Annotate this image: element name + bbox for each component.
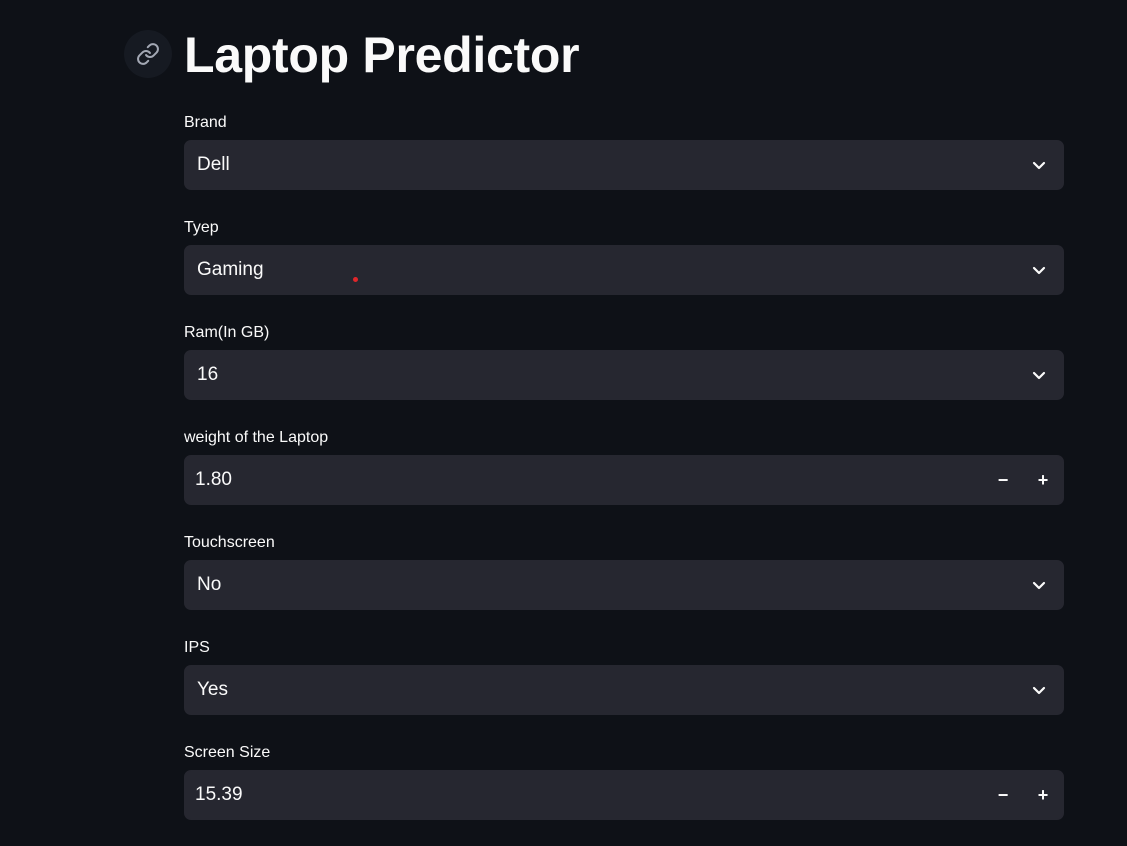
chevron-down-icon (1032, 371, 1046, 380)
ips-field: IPS Yes (184, 637, 1064, 715)
type-field: Tyep Gaming (184, 217, 1064, 295)
ram-select[interactable]: 16 (184, 350, 1064, 400)
screen-size-decrement-button[interactable]: − (983, 771, 1023, 819)
brand-select[interactable]: Dell (184, 140, 1064, 190)
weight-increment-button[interactable]: + (1023, 456, 1063, 504)
weight-label: weight of the Laptop (184, 429, 329, 446)
type-selected-value: Gaming (197, 259, 264, 280)
ram-selected-value: 16 (197, 364, 219, 385)
ips-selected-value: Yes (197, 679, 228, 700)
chevron-down-icon (1032, 581, 1046, 590)
link-icon (137, 43, 159, 65)
page-title: Laptop Predictor (184, 27, 580, 83)
ips-label: IPS (184, 639, 210, 656)
weight-number-input[interactable]: 1.80 − + (184, 455, 1064, 505)
ips-select[interactable]: Yes (184, 665, 1064, 715)
type-label: Tyep (184, 219, 219, 236)
touchscreen-field: Touchscreen No (184, 532, 1064, 610)
brand-field: Brand Dell (184, 112, 1064, 190)
app-page: Laptop Predictor Brand Dell Tyep Gaming … (0, 0, 1127, 846)
weight-decrement-button[interactable]: − (983, 456, 1023, 504)
touchscreen-selected-value: No (197, 574, 222, 595)
ram-label: Ram(In GB) (184, 324, 270, 341)
mouse-cursor-dot (353, 277, 358, 282)
touchscreen-select[interactable]: No (184, 560, 1064, 610)
chevron-down-icon (1032, 161, 1046, 170)
chevron-down-icon (1032, 686, 1046, 695)
screen-size-label: Screen Size (184, 744, 271, 761)
header-anchor-link[interactable] (124, 30, 172, 78)
ram-field: Ram(In GB) 16 (184, 322, 1064, 400)
screen-size-value[interactable]: 15.39 (195, 771, 243, 819)
chevron-down-icon (1032, 266, 1046, 275)
screen-size-number-input[interactable]: 15.39 − + (184, 770, 1064, 820)
type-select[interactable]: Gaming (184, 245, 1064, 295)
weight-field: weight of the Laptop 1.80 − + (184, 427, 1064, 505)
brand-selected-value: Dell (197, 154, 230, 175)
brand-label: Brand (184, 114, 227, 131)
touchscreen-label: Touchscreen (184, 534, 275, 551)
weight-value[interactable]: 1.80 (195, 456, 232, 504)
screen-size-field: Screen Size 15.39 − + (184, 742, 1064, 820)
screen-size-increment-button[interactable]: + (1023, 771, 1063, 819)
